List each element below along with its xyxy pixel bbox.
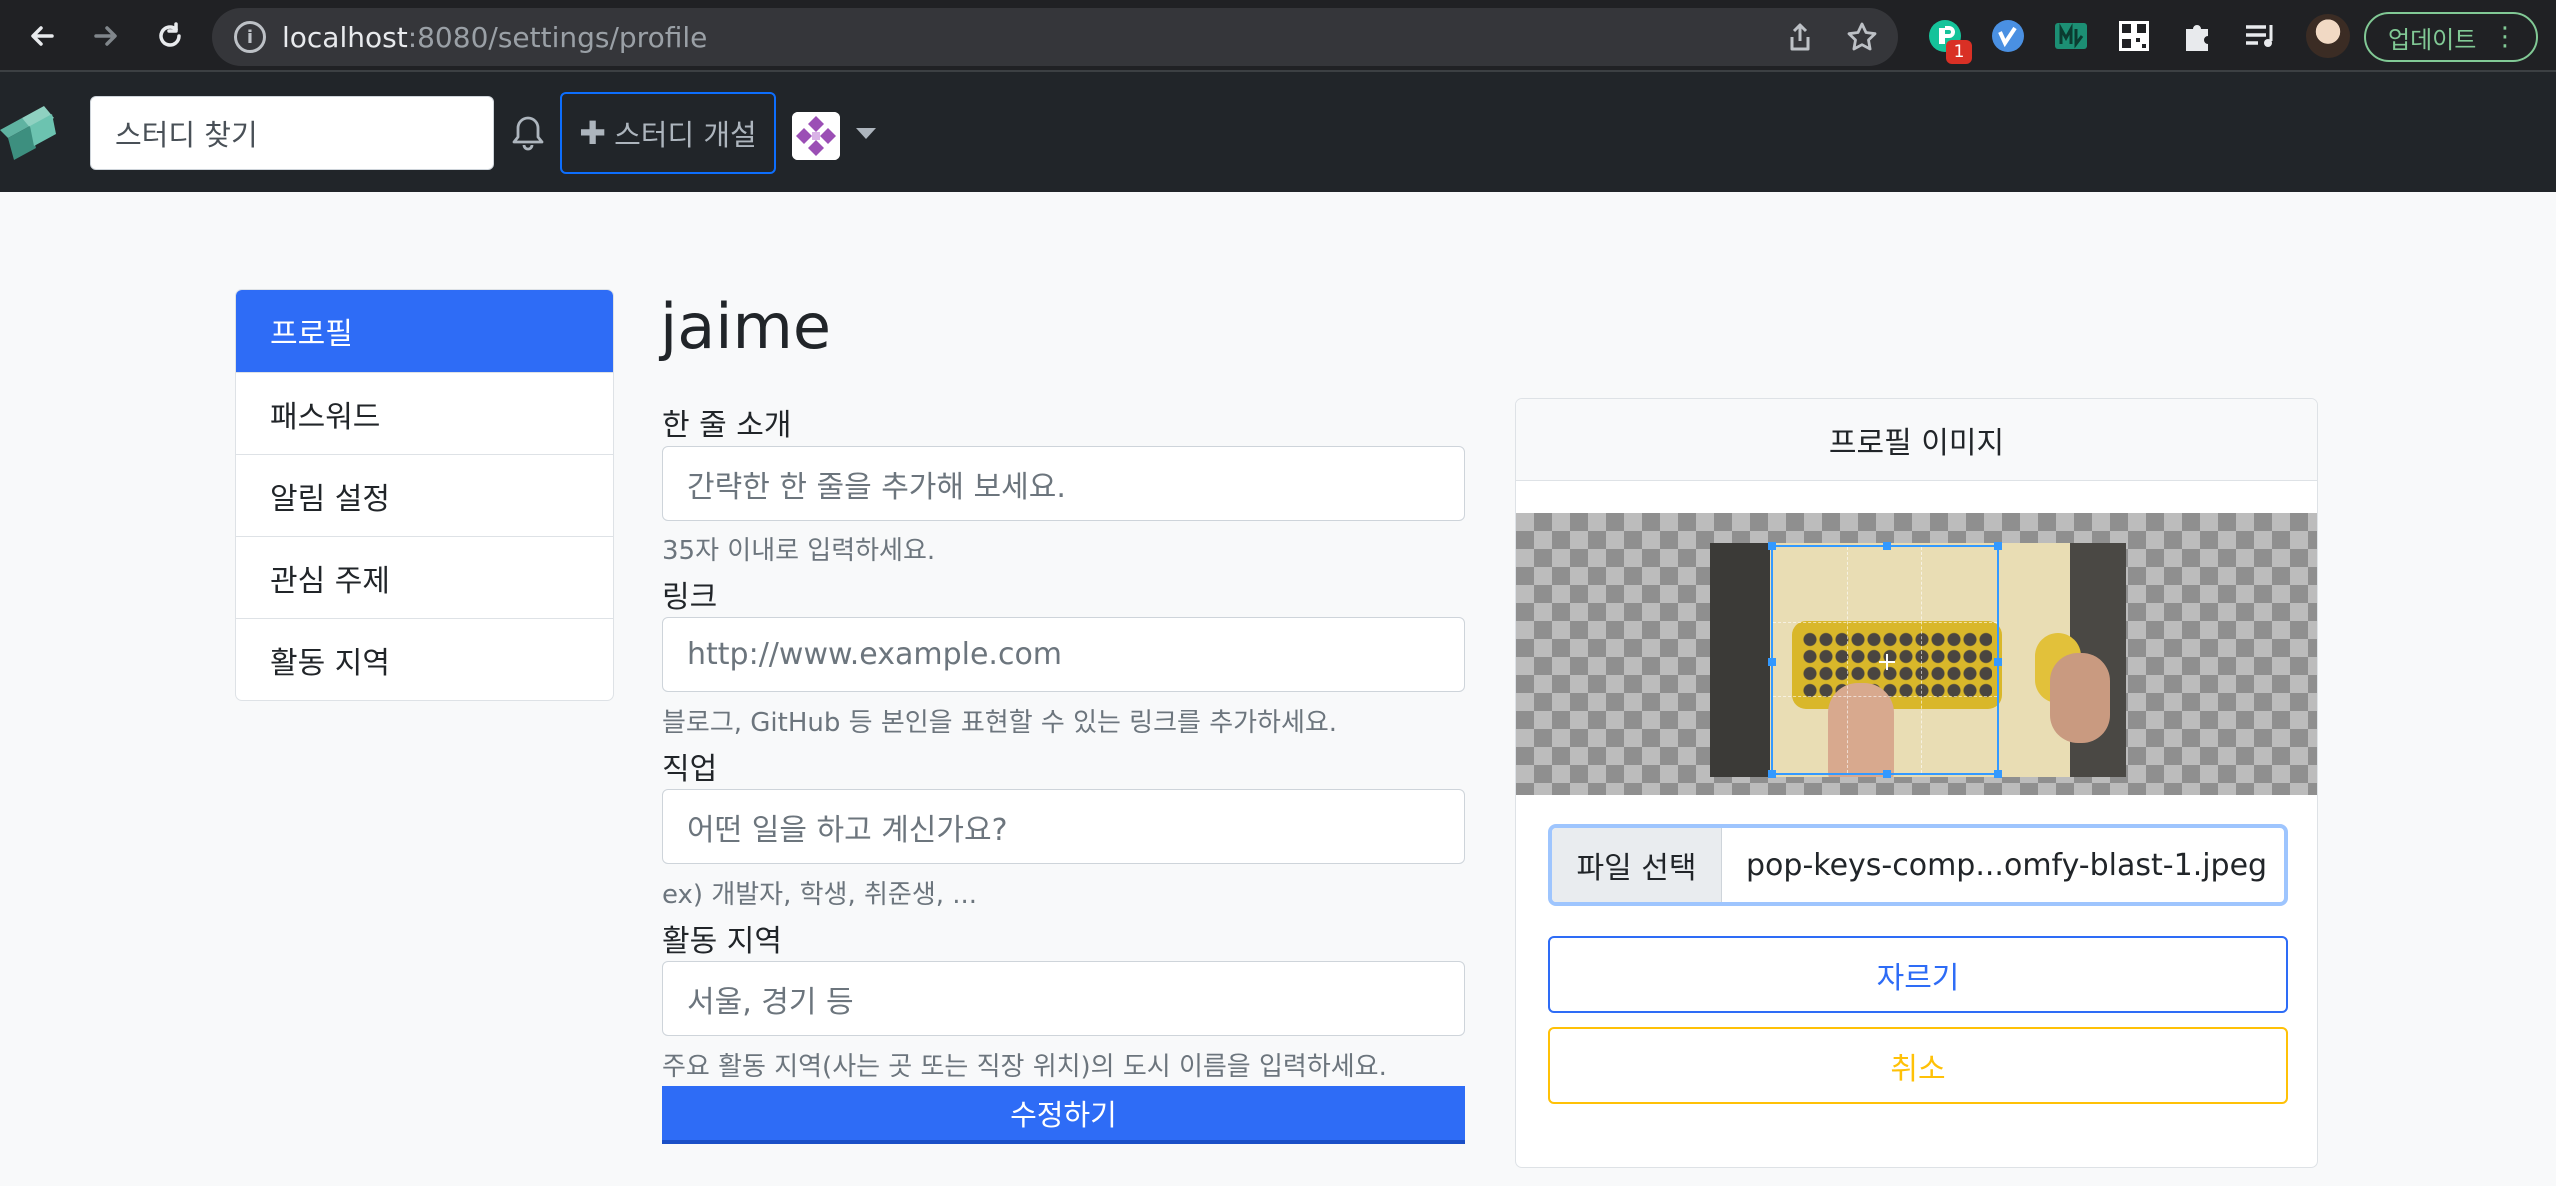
crop-handle[interactable] [1994,658,2002,666]
crop-handle[interactable] [1768,542,1776,550]
share-icon[interactable] [1784,21,1816,53]
crop-guide-v2 [1920,547,1922,773]
more-menu-icon: ⋮ [2492,22,2518,52]
back-arrow-icon [31,26,54,46]
occupation-input[interactable]: 어떤 일을 하고 계신가요? [662,789,1465,864]
sidebar-item-notifications[interactable]: 알림 설정 [236,454,613,536]
reading-list-icon[interactable] [2241,17,2279,55]
location-input[interactable]: 서울, 경기 등 [662,961,1465,1036]
bio-help-text: 35자 이내로 입력하세요. [662,536,936,566]
occupation-label: 직업 [662,752,718,787]
crop-center-icon [1879,654,1895,670]
profile-image-header: 프로필 이미지 [1516,399,2317,481]
occupation-help-text: ex) 개발자, 학생, 취준생, ... [662,880,978,910]
location-label: 활동 지역 [662,924,782,959]
notification-bell-icon[interactable] [510,114,546,152]
reload-button[interactable] [146,12,194,60]
photo-hand-right [2050,653,2110,743]
crop-handle[interactable] [1994,770,2002,778]
sidebar-item-tags[interactable]: 관심 주제 [236,536,613,618]
crop-guide-h1 [1773,621,1997,623]
browser-toolbar: i localhost:8080/settings/profile 1 업데이트… [0,0,2556,72]
cancel-button[interactable]: 취소 [1548,1027,2288,1104]
crop-handle[interactable] [1994,542,2002,550]
profile-image-card: 프로필 이미지 파일 선택 pop-keys-comp...omfy-blast… [1515,398,2318,1168]
url-help-text: 블로그, GitHub 등 본인을 표현할 수 있는 링크를 추가하세요. [662,708,1338,738]
reload-icon [159,22,181,47]
image-cropper[interactable] [1516,513,2317,795]
plus-icon: ✚ [579,114,607,152]
vimeo-extension-icon[interactable] [1989,17,2027,55]
choose-file-button[interactable]: 파일 선택 [1552,828,1722,902]
address-url: localhost:8080/settings/profile [282,21,707,54]
settings-sidebar: 프로필 패스워드 알림 설정 관심 주제 활동 지역 [235,289,614,701]
address-bar-field: i localhost:8080/settings/profile [212,8,1898,66]
brand-logo-icon[interactable] [0,100,58,166]
create-study-label: 스터디 개설 [614,118,757,152]
url-path: :8080/settings/profile [407,21,708,54]
url-label: 링크 [662,580,718,615]
app-navbar: 스터디 찾기 ✚ 스터디 개설 [0,72,2556,192]
crop-handle[interactable] [1768,770,1776,778]
url-host: localhost [282,21,408,54]
sidebar-item-profile[interactable]: 프로필 [236,290,613,372]
crop-guide-h2 [1773,696,1997,698]
user-menu-caret-icon[interactable] [856,128,876,139]
bio-label: 한 줄 소개 [662,408,792,443]
submit-button[interactable]: 수정하기 [662,1086,1465,1144]
markdown-extension-icon[interactable] [2052,17,2090,55]
url-input[interactable]: http://www.example.com [662,617,1465,692]
update-label: 업데이트 [2388,25,2477,54]
crop-selection-box[interactable] [1768,542,2002,778]
user-avatar[interactable] [792,112,840,160]
chrome-profile-avatar[interactable] [2306,14,2350,58]
extensions-puzzle-icon[interactable] [2178,17,2216,55]
extension-badge: 1 [1946,40,1972,64]
page-title: jaime [660,290,831,363]
address-bar[interactable]: i localhost:8080/settings/profile [212,8,1898,66]
back-button[interactable] [18,12,66,60]
bookmark-star-icon[interactable] [1846,21,1878,53]
create-study-button[interactable]: ✚ 스터디 개설 [560,92,776,174]
crop-handle[interactable] [1768,658,1776,666]
bio-input[interactable]: 간략한 한 줄을 추가해 보세요. [662,446,1465,521]
sidebar-item-zones[interactable]: 활동 지역 [236,618,613,700]
crop-handle[interactable] [1883,770,1891,778]
study-search-input[interactable]: 스터디 찾기 [90,96,494,170]
update-button[interactable]: 업데이트 ⋮ [2364,12,2538,62]
qr-code-extension-icon[interactable] [2115,17,2153,55]
forward-button[interactable] [82,12,130,60]
file-input-group[interactable]: 파일 선택 pop-keys-comp...omfy-blast-1.jpeg [1548,824,2288,906]
forward-arrow-icon [94,26,117,46]
crop-button[interactable]: 자르기 [1548,936,2288,1013]
selected-file-name: pop-keys-comp...omfy-blast-1.jpeg [1746,847,2268,883]
photo-shadow-left [1710,543,1770,777]
crop-guide-v1 [1846,547,1848,773]
crop-handle[interactable] [1883,542,1891,550]
identicon-icon [792,112,840,160]
sidebar-item-password[interactable]: 패스워드 [236,372,613,454]
site-info-icon[interactable]: i [234,21,266,53]
location-help-text: 주요 활동 지역(사는 곳 또는 직장 위치)의 도시 이름을 입력하세요. [662,1052,1387,1082]
